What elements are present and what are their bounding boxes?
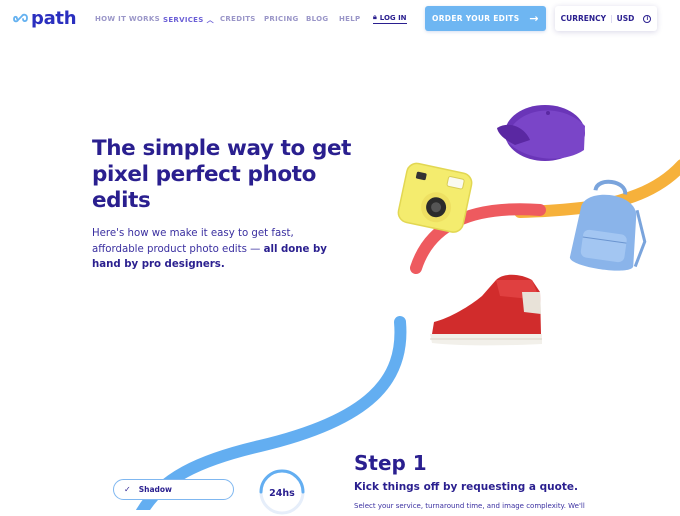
hero-description: Here's how we make it easy to get fast, …	[92, 226, 342, 273]
service-option-shadow[interactable]: ✓ Shadow	[113, 479, 234, 500]
service-option-label: Shadow	[138, 485, 172, 494]
hero-title: The simple way to get pixel perfect phot…	[92, 136, 352, 213]
yellow-camera-image	[397, 162, 473, 233]
red-sneaker-image	[430, 274, 542, 346]
step-subtitle: Kick things off by requesting a quote.	[354, 481, 578, 493]
step-body: Select your service, turnaround time, an…	[354, 502, 585, 510]
turnaround-time: 24hs	[269, 488, 295, 499]
step-title: Step 1	[354, 451, 427, 475]
checkmark-icon: ✓	[124, 485, 131, 494]
purple-cap-image	[497, 105, 585, 161]
